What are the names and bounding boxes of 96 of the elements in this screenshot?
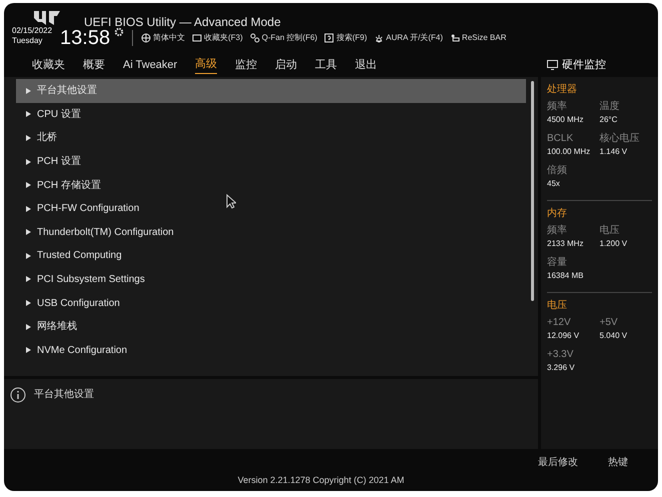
section-title: 处理器 bbox=[547, 82, 578, 97]
sensor-value: 2133 MHz bbox=[547, 238, 584, 250]
sensor-label: 温度 bbox=[600, 100, 620, 113]
chevron-icon bbox=[26, 324, 31, 330]
sensor-value: 45x bbox=[547, 178, 561, 190]
menu-label: PCH-FW Configuration bbox=[37, 202, 140, 216]
chevron-icon bbox=[26, 111, 31, 118]
menu-label: Trusted Computing bbox=[37, 249, 122, 264]
menu-item[interactable]: 北桥 bbox=[16, 126, 526, 150]
menu-label: 北桥 bbox=[37, 130, 57, 146]
sensor-label: BCLK bbox=[547, 132, 574, 145]
nav-tab[interactable]: 退出 bbox=[355, 56, 378, 74]
menu-label: PCI Subsystem Settings bbox=[37, 272, 145, 287]
sensor-label: +5V bbox=[600, 316, 619, 329]
toolbar-button[interactable]: Q-Fan 控制(F6) bbox=[250, 32, 318, 44]
menu-item[interactable]: CPU 设置 bbox=[16, 102, 526, 126]
chevron-icon bbox=[26, 182, 31, 188]
menu-item[interactable]: Thunderbolt(TM) Configuration bbox=[16, 220, 526, 244]
footer-button[interactable]: 热键 bbox=[608, 455, 628, 470]
chevron-icon bbox=[26, 88, 31, 94]
menu-item[interactable]: Trusted Computing bbox=[16, 244, 526, 268]
chevron-icon bbox=[26, 134, 31, 141]
toolbar-button[interactable]: ReSize BAR bbox=[450, 32, 506, 44]
sensor-label: 核心电压 bbox=[600, 132, 640, 145]
folder-icon bbox=[192, 33, 202, 43]
chevron-icon bbox=[26, 158, 31, 165]
sensor-value: 1.200 V bbox=[600, 238, 628, 250]
panel-title: 硬件监控 bbox=[562, 58, 606, 73]
cursor-icon bbox=[226, 194, 236, 209]
menu-label: NVMe Configuration bbox=[37, 344, 128, 358]
chevron-icon bbox=[26, 206, 31, 212]
sensor-value: 4500 MHz bbox=[547, 114, 584, 126]
toolbar-button[interactable]: AURA 开/关(F4) bbox=[374, 32, 443, 44]
info-icon bbox=[10, 387, 26, 404]
menu-item[interactable]: 平台其他设置 bbox=[16, 78, 526, 103]
settings-icon[interactable] bbox=[114, 27, 124, 37]
help-text: 平台其他设置 bbox=[34, 388, 94, 402]
menu-item[interactable]: PCH 存储设置 bbox=[16, 173, 526, 197]
logo-icon bbox=[32, 9, 62, 27]
clock-time: 13:58 bbox=[60, 27, 110, 49]
chip-icon bbox=[450, 33, 460, 43]
sensor-label: 倍频 bbox=[547, 164, 568, 177]
window-title: UEFI BIOS Utility — Advanced Mode bbox=[84, 14, 281, 30]
sensor-value: 16384 MB bbox=[547, 270, 584, 282]
day-text: Tuesday bbox=[12, 36, 44, 46]
toolbar-button[interactable]: 简体中文 bbox=[141, 32, 186, 44]
sensor-value: 12.096 V bbox=[547, 330, 580, 342]
sensor-label: 电压 bbox=[600, 224, 620, 237]
nav-tab[interactable]: 工具 bbox=[315, 56, 338, 74]
help-icon bbox=[324, 33, 334, 43]
version-text: Version 2.21.1278 Copyright (C) 2021 AM bbox=[238, 474, 404, 487]
nav-tab[interactable]: 概要 bbox=[83, 56, 105, 74]
sensor-value: 26°C bbox=[600, 114, 618, 126]
footer-button[interactable]: 最后修改 bbox=[538, 455, 578, 470]
sensor-label: 频率 bbox=[547, 224, 568, 237]
toolbar-button[interactable]: 搜索(F9) bbox=[324, 32, 368, 44]
date-text: 02/15/2022 bbox=[12, 26, 52, 36]
menu-label: 平台其他设置 bbox=[37, 84, 97, 98]
menu-item[interactable]: PCI Subsystem Settings bbox=[16, 268, 526, 292]
menu-label: CPU 设置 bbox=[37, 108, 81, 122]
fan-icon bbox=[250, 33, 260, 43]
nav-tab[interactable]: 监控 bbox=[235, 56, 258, 74]
nav-tab[interactable]: Ai Tweaker bbox=[123, 56, 178, 74]
toolbar-button[interactable]: 收藏夹(F3) bbox=[192, 32, 243, 44]
sensor-value: 5.040 V bbox=[600, 330, 628, 342]
menu-label: USB Configuration bbox=[37, 296, 120, 311]
monitor-icon bbox=[547, 60, 558, 70]
menu-item[interactable]: 网络堆栈 bbox=[16, 314, 526, 338]
menu-item[interactable]: PCH-FW Configuration bbox=[16, 196, 526, 220]
chevron-icon bbox=[26, 276, 31, 282]
menu-label: PCH 存储设置 bbox=[37, 178, 101, 193]
globe-icon bbox=[141, 33, 152, 43]
sensor-label: +12V bbox=[547, 316, 572, 329]
nav-tab[interactable]: 启动 bbox=[275, 56, 298, 74]
light-icon bbox=[374, 33, 384, 43]
menu-item[interactable]: USB Configuration bbox=[16, 291, 526, 315]
sensor-label: 容量 bbox=[547, 256, 568, 269]
sensor-label: +3.3V bbox=[547, 348, 574, 361]
chevron-icon bbox=[26, 347, 31, 354]
section-title: 内存 bbox=[547, 206, 568, 221]
menu-label: Thunderbolt(TM) Configuration bbox=[37, 226, 174, 240]
sensor-label: 频率 bbox=[547, 100, 568, 113]
sensor-value: 3.296 V bbox=[547, 362, 576, 374]
menu-label: PCH 设置 bbox=[37, 154, 81, 170]
chevron-icon bbox=[26, 229, 31, 236]
menu-item[interactable]: NVMe Configuration bbox=[16, 338, 526, 362]
section-title: 电压 bbox=[547, 298, 568, 313]
nav-tab[interactable]: 收藏夹 bbox=[32, 56, 65, 74]
nav-tab[interactable]: 高级 bbox=[195, 56, 218, 74]
sensor-value: 100.00 MHz bbox=[547, 146, 592, 158]
scrollbar[interactable] bbox=[531, 80, 534, 301]
chevron-icon bbox=[26, 252, 31, 259]
chevron-icon bbox=[26, 300, 31, 306]
menu-label: 网络堆栈 bbox=[37, 320, 77, 334]
sensor-value: 1.146 V bbox=[600, 146, 628, 158]
menu-item[interactable]: PCH 设置 bbox=[16, 150, 526, 174]
